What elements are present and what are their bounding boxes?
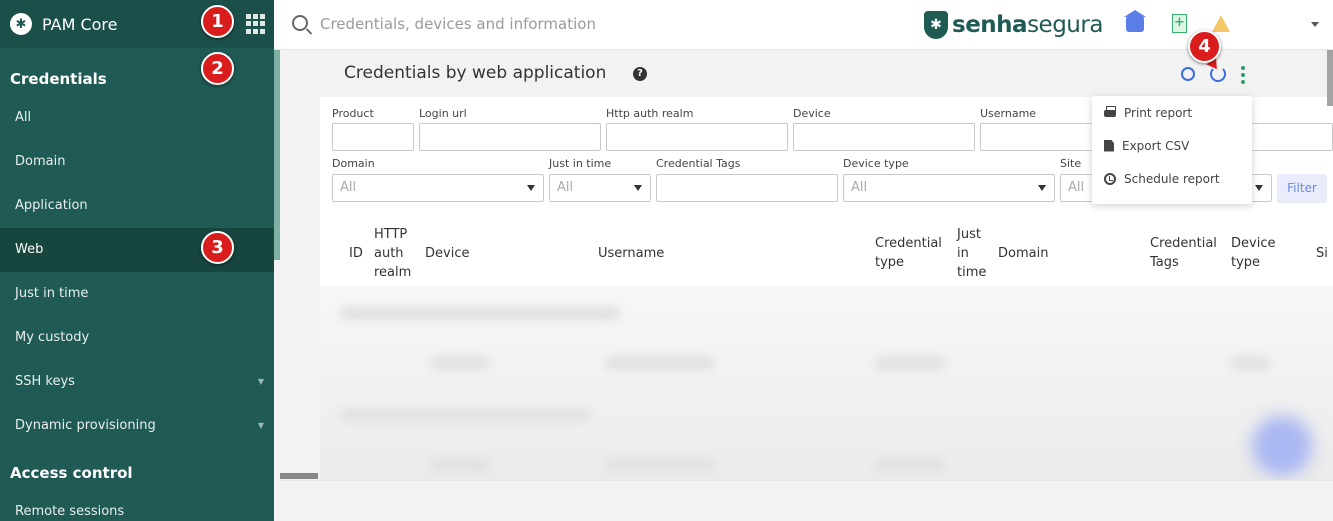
filter-label-credential-tags: Credential Tags [656, 157, 741, 170]
column-header-domain[interactable]: Domain [998, 244, 1048, 263]
sidebar-item-all[interactable]: All [0, 96, 274, 140]
table-row[interactable] [875, 356, 945, 370]
page-title: Credentials by web application [344, 63, 607, 83]
step-marker-4: 4 [1188, 30, 1221, 63]
filter-label-username: Username [980, 107, 1037, 120]
menu-item-label: Export CSV [1122, 138, 1190, 153]
brand-name-rest: segura [1027, 12, 1103, 38]
column-header-username[interactable]: Username [598, 244, 664, 263]
chevron-down-icon: ▼ [257, 377, 264, 386]
user-menu-caret-icon[interactable] [1311, 22, 1319, 27]
menu-item-export-csv[interactable]: Export CSV [1092, 129, 1252, 162]
table-row[interactable] [1230, 356, 1270, 370]
horizontal-scrollbar-thumb[interactable] [280, 473, 318, 479]
add-document-icon[interactable]: + [1172, 14, 1187, 33]
filter-label-http-auth-realm: Http auth realm [606, 107, 694, 120]
menu-item-label: Print report [1124, 105, 1193, 120]
menu-item-print-report[interactable]: Print report [1092, 96, 1252, 129]
pam-logo-icon: ✱ [10, 13, 32, 35]
page-footer-area [280, 480, 1333, 521]
sidebar-section-access-control: Access control [10, 464, 133, 482]
http-auth-realm-input[interactable] [606, 123, 788, 151]
column-header-device[interactable]: Device [425, 244, 469, 263]
search-icon[interactable] [292, 15, 308, 31]
filter-label-device-type: Device type [843, 157, 909, 170]
sidebar-item-my-custody[interactable]: My custody [0, 316, 274, 360]
menu-item-label: Schedule report [1124, 171, 1220, 186]
filter-label-just-in-time: Just in time [549, 157, 612, 170]
floating-action-button[interactable] [1252, 416, 1312, 476]
select-value: All [557, 180, 574, 195]
menu-item-schedule-report[interactable]: Schedule report [1092, 162, 1252, 195]
help-icon[interactable]: ? [633, 67, 647, 81]
chevron-down-icon: ▼ [257, 421, 264, 430]
global-search-input[interactable] [320, 13, 820, 35]
column-header-device-type[interactable]: Device type [1231, 234, 1291, 272]
app-title: PAM Core [42, 14, 118, 34]
filter-label-device: Device [793, 107, 831, 120]
chevron-down-icon [634, 185, 642, 191]
filter-label-site: Site [1060, 157, 1082, 170]
sidebar-item-remote-sessions[interactable]: Remote sessions [0, 490, 274, 520]
table-body [320, 286, 1333, 480]
step-marker-2: 2 [201, 52, 234, 85]
sidebar-scrollbar-thumb[interactable] [274, 50, 280, 260]
column-header-just-in-time[interactable]: Just in time [957, 225, 993, 282]
table-row[interactable] [605, 458, 715, 472]
brand-shield-icon: ✱ [924, 11, 948, 39]
sidebar-item-dynamic-provisioning[interactable]: Dynamic provisioning ▼ [0, 404, 274, 448]
column-header-credential-type[interactable]: Credential type [875, 234, 951, 272]
step-marker-1: 1 [201, 5, 234, 38]
just-in-time-select[interactable]: All [549, 174, 651, 202]
column-header-credential-tags[interactable]: Credential Tags [1150, 234, 1226, 272]
table-row[interactable] [340, 408, 590, 422]
more-actions-menu: Print report Export CSV Schedule report [1092, 96, 1252, 204]
filter-label-login-url: Login url [419, 107, 467, 120]
filter-label-product: Product [332, 107, 374, 120]
printer-icon [1104, 106, 1116, 117]
file-icon [1104, 139, 1114, 152]
topbar: ✱ senhasegura + [274, 0, 1333, 50]
sidebar-item-label: SSH keys [15, 374, 75, 389]
chevron-down-icon [1038, 185, 1046, 191]
sidebar-item-ssh-keys[interactable]: SSH keys ▼ [0, 360, 274, 404]
sidebar-item-application[interactable]: Application [0, 184, 274, 228]
warning-icon[interactable] [1212, 15, 1230, 32]
table-row[interactable] [430, 356, 490, 370]
table-row[interactable] [875, 458, 945, 472]
apps-grid-icon[interactable] [246, 14, 266, 34]
product-input[interactable] [332, 123, 414, 151]
select-value: All [1068, 180, 1085, 195]
brand-logo: ✱ senhasegura [924, 10, 1103, 40]
chevron-down-icon [527, 185, 535, 191]
device-type-select[interactable]: All [843, 174, 1055, 202]
clock-icon [1104, 172, 1116, 185]
credential-tags-input[interactable] [656, 174, 838, 202]
column-header-site[interactable]: Si [1316, 244, 1328, 263]
sidebar-item-domain[interactable]: Domain [0, 140, 274, 184]
column-header-http-auth-realm[interactable]: HTTP auth realm [374, 225, 418, 282]
brand-name-bold: senha [952, 12, 1028, 38]
domain-select[interactable]: All [332, 174, 544, 202]
filter-button[interactable]: Filter [1277, 174, 1327, 203]
step-marker-3: 3 [201, 231, 234, 264]
sidebar-item-label: Dynamic provisioning [15, 418, 156, 433]
filter-label-domain: Domain [332, 157, 375, 170]
table-header: ID HTTP auth realm Device Username Crede… [320, 212, 1333, 286]
login-url-input[interactable] [419, 123, 601, 151]
table-row[interactable] [605, 356, 715, 370]
column-header-id[interactable]: ID [349, 244, 363, 263]
chevron-down-icon [1255, 185, 1263, 191]
more-vertical-icon[interactable] [1241, 66, 1245, 84]
vertical-scrollbar-thumb[interactable] [1327, 50, 1333, 106]
select-value: All [340, 180, 357, 195]
search-icon[interactable] [1181, 67, 1195, 81]
sidebar-item-just-in-time[interactable]: Just in time [0, 272, 274, 316]
table-row[interactable] [430, 458, 490, 472]
table-row[interactable] [340, 306, 620, 320]
home-icon[interactable] [1124, 10, 1146, 32]
select-value: All [851, 180, 868, 195]
sidebar: ✱ PAM Core Credentials All Domain Applic… [0, 0, 274, 521]
device-input[interactable] [793, 123, 975, 151]
